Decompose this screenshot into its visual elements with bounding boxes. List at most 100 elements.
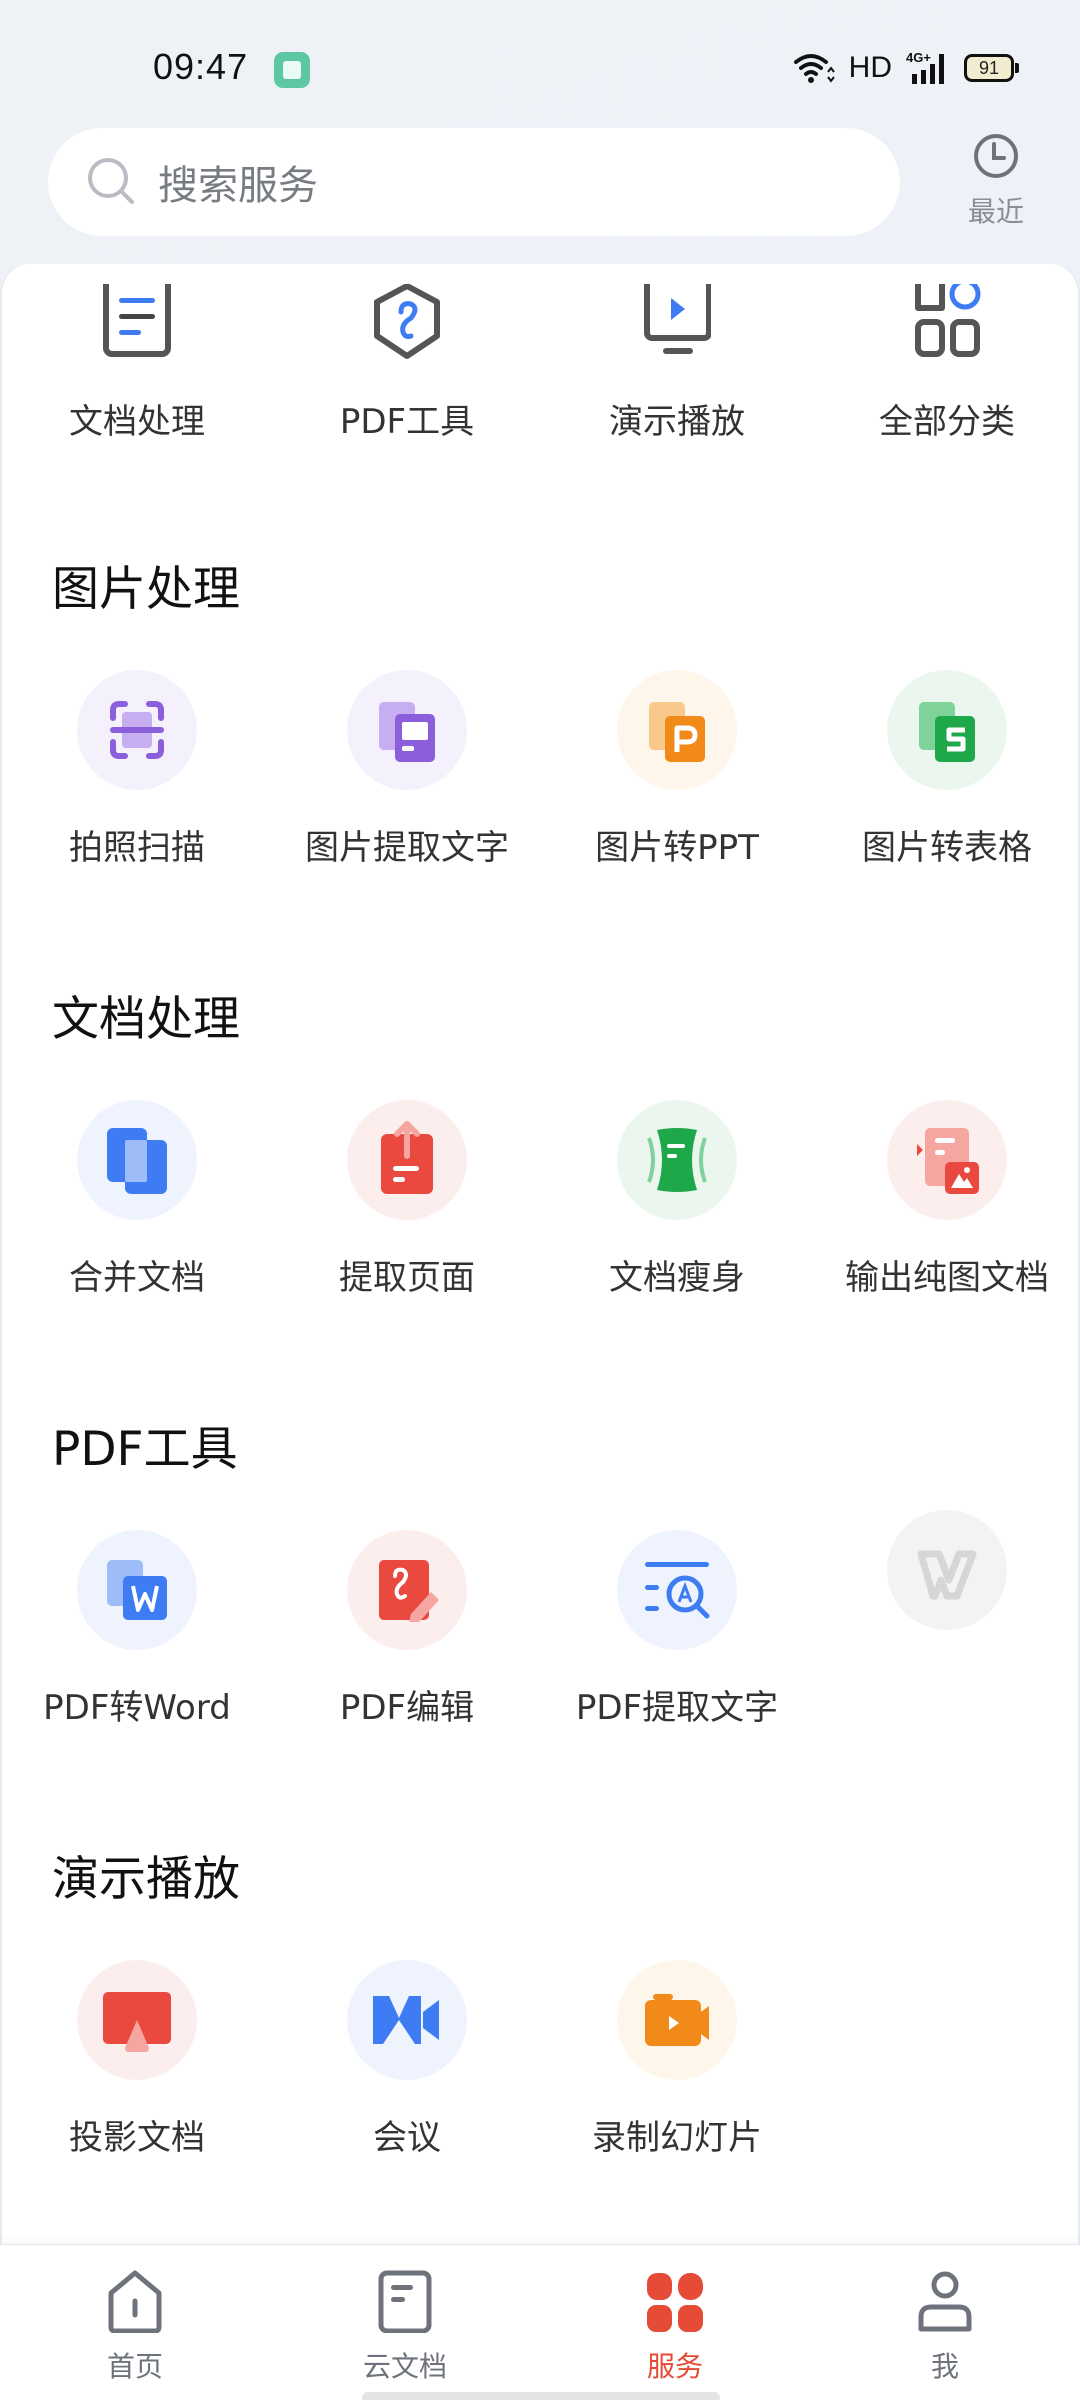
tool-label: 图片转PPT xyxy=(595,828,759,868)
services-panel: 文档处理 PDF工具 演示播放 全部分类 图片处理 拍照扫描 图片提取文字 图片… xyxy=(0,264,1080,2244)
export-image-document-icon xyxy=(917,1128,979,1194)
tool-label: 录制幻灯片 xyxy=(592,2118,762,2158)
services-icon xyxy=(647,2273,703,2332)
profile-icon xyxy=(918,2271,972,2332)
tool-icon-bg xyxy=(887,670,1007,790)
section-document-processing: 文档处理 合并文档 提取页面 文档瘦身 输出纯图文档 xyxy=(2,980,1078,1410)
nav-label: 首页 xyxy=(106,2350,163,2383)
tool-label: PDF转Word xyxy=(43,1688,231,1728)
section-pdf-tools: PDF工具 PDF转Word PDF编辑 PDF提取文字 xyxy=(2,1410,1078,1840)
section-title: PDF工具 xyxy=(52,1422,238,1477)
search-placeholder: 搜索服务 xyxy=(158,163,318,209)
category-label: 演示播放 xyxy=(609,402,745,442)
tool-icon-bg xyxy=(77,1530,197,1650)
image-to-ppt-icon xyxy=(649,702,705,762)
image-to-sheet-icon xyxy=(919,702,975,762)
tool-icon-bg xyxy=(617,1960,737,2080)
pdf-icon xyxy=(374,284,440,359)
nav-label: 服务 xyxy=(646,2350,703,2383)
meeting-icon xyxy=(373,1996,439,2044)
category-all[interactable]: 全部分类 xyxy=(812,264,1078,444)
tool-icon-bg xyxy=(347,1960,467,2080)
presentation-icon xyxy=(644,284,711,354)
tool-pdf-to-word[interactable]: PDF转Word xyxy=(2,1530,272,1750)
tool-image-to-ppt[interactable]: 图片转PPT xyxy=(542,670,812,890)
search-icon xyxy=(86,156,138,208)
tool-icon-bg xyxy=(617,1100,737,1220)
tool-icon-bg xyxy=(887,1510,1007,1630)
home-indicator[interactable] xyxy=(362,2392,720,2400)
svg-text:4G+: 4G+ xyxy=(906,50,931,65)
nav-home[interactable]: 首页 xyxy=(0,2245,270,2385)
pdf-extract-text-icon xyxy=(645,1562,710,1619)
tool-icon-bg xyxy=(347,1530,467,1650)
tool-icon-bg xyxy=(77,1100,197,1220)
tool-label: 图片提取文字 xyxy=(305,828,509,868)
tool-photo-scan[interactable]: 拍照扫描 xyxy=(2,670,272,890)
pdf-edit-icon xyxy=(379,1560,439,1622)
category-pdf-tools[interactable]: PDF工具 xyxy=(272,264,542,444)
notification-app-icon xyxy=(274,52,310,88)
section-image-processing: 图片处理 拍照扫描 图片提取文字 图片转PPT 图片转表格 xyxy=(2,550,1078,980)
nav-services[interactable]: 服务 xyxy=(540,2245,810,2385)
tool-label: 会议 xyxy=(373,2118,441,2158)
cloud-document-icon xyxy=(378,2270,432,2333)
cellular-signal-icon: 4G+ xyxy=(906,50,944,84)
tool-label: 提取页面 xyxy=(339,1258,475,1298)
tool-label: 拍照扫描 xyxy=(69,828,205,868)
image-to-text-icon xyxy=(379,702,435,762)
battery-indicator: 91 xyxy=(964,54,1019,82)
scan-icon xyxy=(110,701,164,759)
tool-record-slides[interactable]: 录制幻灯片 xyxy=(542,1960,812,2180)
hd-indicator: HD xyxy=(848,51,892,84)
tool-extract-page[interactable]: 提取页面 xyxy=(272,1100,542,1320)
nav-profile[interactable]: 我 xyxy=(810,2245,1080,2385)
tool-image-to-sheet[interactable]: 图片转表格 xyxy=(812,670,1078,890)
status-bar: 09:47 HD 4G+ 91 xyxy=(0,0,1080,120)
clock-icon xyxy=(974,134,1018,178)
nav-label: 我 xyxy=(930,2350,959,2383)
tool-icon-bg xyxy=(347,1100,467,1220)
tool-export-image-document[interactable]: 输出纯图文档 xyxy=(812,1100,1078,1320)
tool-icon-bg xyxy=(77,670,197,790)
tool-icon-bg xyxy=(617,670,737,790)
tool-meeting[interactable]: 会议 xyxy=(272,1960,542,2180)
merge-document-icon xyxy=(107,1128,167,1194)
tool-icon-bg xyxy=(77,1960,197,2080)
tool-wps-placeholder[interactable] xyxy=(812,1510,1078,1730)
category-document-processing[interactable]: 文档处理 xyxy=(2,264,272,444)
category-label: 文档处理 xyxy=(69,402,205,442)
section-title: 文档处理 xyxy=(52,992,240,1047)
document-icon xyxy=(103,284,171,357)
tool-label: 输出纯图文档 xyxy=(845,1258,1049,1298)
tool-merge-document[interactable]: 合并文档 xyxy=(2,1100,272,1320)
tool-label: PDF提取文字 xyxy=(575,1688,779,1728)
tool-compress-document[interactable]: 文档瘦身 xyxy=(542,1100,812,1320)
tool-pdf-extract-text[interactable]: PDF提取文字 xyxy=(542,1530,812,1750)
tool-label: 合并文档 xyxy=(69,1258,205,1298)
category-label: PDF工具 xyxy=(339,402,475,442)
tool-label: 投影文档 xyxy=(69,2118,205,2158)
category-presentation[interactable]: 演示播放 xyxy=(542,264,812,444)
home-icon xyxy=(108,2270,162,2333)
tool-icon-bg xyxy=(347,670,467,790)
section-title: 图片处理 xyxy=(52,562,240,617)
recent-button[interactable]: 最近 xyxy=(960,132,1032,230)
tool-label: PDF编辑 xyxy=(339,1688,475,1728)
tool-image-to-text[interactable]: 图片提取文字 xyxy=(272,670,542,890)
section-title: 演示播放 xyxy=(52,1852,240,1907)
tool-icon-bg xyxy=(617,1530,737,1650)
all-categories-icon xyxy=(915,284,981,357)
status-time: 09:47 xyxy=(153,46,249,87)
pdf-to-word-icon xyxy=(107,1560,167,1620)
search-input[interactable]: 搜索服务 xyxy=(48,128,900,236)
category-label: 全部分类 xyxy=(879,402,1015,442)
bottom-nav: 首页 云文档 服务 我 xyxy=(0,2244,1080,2400)
extract-page-icon xyxy=(381,1121,433,1194)
tool-pdf-edit[interactable]: PDF编辑 xyxy=(272,1530,542,1750)
nav-cloud-documents[interactable]: 云文档 xyxy=(270,2245,540,2385)
tool-projection[interactable]: 投影文档 xyxy=(2,1960,272,2180)
wps-logo-icon xyxy=(917,1550,977,1600)
wifi-icon xyxy=(793,54,835,83)
tool-label: 图片转表格 xyxy=(862,828,1032,868)
